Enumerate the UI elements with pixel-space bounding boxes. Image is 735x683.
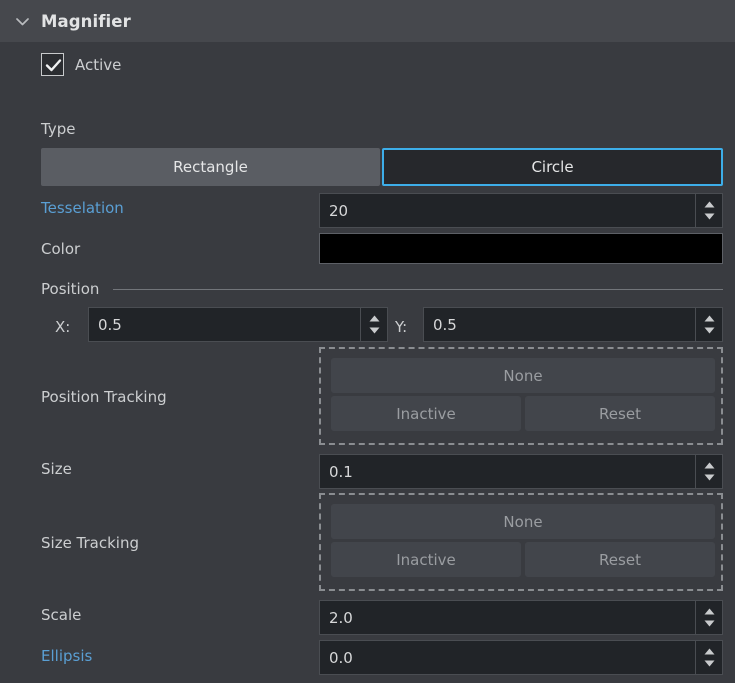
triangle-down-icon [369,327,379,334]
tesselation-stepper[interactable] [695,194,722,227]
position-group-label: Position [41,280,100,298]
ellipsis-value[interactable]: 0.0 [320,649,695,667]
scale-stepper[interactable] [695,601,722,634]
scale-label: Scale [41,606,82,624]
size-tracking-state-button[interactable]: Inactive [331,542,521,577]
triangle-down-icon [704,660,714,667]
triangle-up-icon [704,608,714,615]
position-tracking-reset-button[interactable]: Reset [525,396,715,431]
triangle-down-icon [704,213,714,220]
position-group-header: Position [41,280,723,298]
position-x-stepper[interactable] [360,308,387,341]
checkmark-icon [45,59,62,72]
position-y-label: Y: [395,318,408,336]
size-value[interactable]: 0.1 [320,463,695,481]
triangle-down-icon [704,620,714,627]
position-x-label: X: [55,318,71,336]
color-swatch[interactable] [319,233,723,264]
type-label: Type [41,120,76,138]
position-y-stepper[interactable] [695,308,722,341]
ellipsis-stepper[interactable] [695,641,722,674]
ellipsis-spinbox[interactable]: 0.0 [319,640,723,675]
type-toggle-group[interactable]: Rectangle Circle [41,148,723,186]
position-y-value[interactable]: 0.5 [424,316,695,334]
ellipsis-label: Ellipsis [41,647,93,665]
triangle-down-icon [704,474,714,481]
size-tracking-reset-button[interactable]: Reset [525,542,715,577]
triangle-down-icon [704,327,714,334]
triangle-up-icon [704,462,714,469]
type-option-circle[interactable]: Circle [382,148,723,186]
section-header-magnifier[interactable]: Magnifier [0,0,735,42]
chevron-down-icon[interactable] [8,17,36,26]
tesselation-spinbox[interactable]: 20 [319,193,723,228]
position-tracking-state-button[interactable]: Inactive [331,396,521,431]
position-tracking-label: Position Tracking [41,388,167,406]
triangle-up-icon [704,201,714,208]
group-divider [113,288,723,290]
magnifier-property-panel: Magnifier Active Type Rectangle Circle T… [0,0,735,683]
tesselation-label: Tesselation [41,199,124,217]
active-checkbox[interactable] [41,53,64,76]
triangle-up-icon [704,648,714,655]
size-stepper[interactable] [695,455,722,488]
position-y-spinbox[interactable]: 0.5 [423,307,723,342]
color-label: Color [41,240,81,258]
size-tracking-group: None Inactive Reset [319,493,723,591]
active-checkbox-row[interactable]: Active [41,53,121,76]
position-tracking-group: None Inactive Reset [319,347,723,445]
size-tracking-label: Size Tracking [41,534,140,552]
scale-spinbox[interactable]: 2.0 [319,600,723,635]
scale-value[interactable]: 2.0 [320,609,695,627]
tesselation-value[interactable]: 20 [320,202,695,220]
size-spinbox[interactable]: 0.1 [319,454,723,489]
position-x-spinbox[interactable]: 0.5 [88,307,388,342]
triangle-up-icon [704,315,714,322]
position-tracking-source-button[interactable]: None [331,358,715,393]
type-option-rectangle[interactable]: Rectangle [41,148,380,186]
size-label: Size [41,460,72,478]
size-tracking-source-button[interactable]: None [331,504,715,539]
active-label: Active [75,55,122,74]
triangle-up-icon [369,315,379,322]
position-x-value[interactable]: 0.5 [89,316,360,334]
page-title: Magnifier [41,11,131,31]
